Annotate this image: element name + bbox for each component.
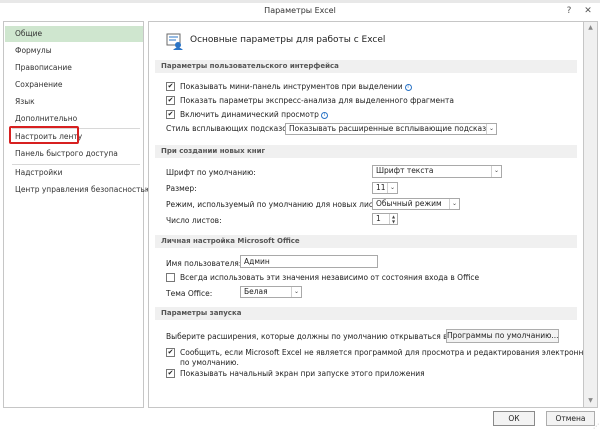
section-new-workbooks: При создании новых книг <box>155 145 577 158</box>
chevron-down-icon[interactable]: ⌄ <box>491 166 501 177</box>
spin-down-icon[interactable]: ▼ <box>389 219 397 224</box>
username-input[interactable]: Админ <box>240 255 378 268</box>
tooltip-style-select[interactable]: Показывать расширенные всплывающие подск… <box>285 123 497 135</box>
pane-header: Основные параметры для работы с Excel <box>190 35 386 45</box>
font-size-label: Размер: <box>166 184 197 193</box>
options-sidebar: Общие Формулы Правописание Сохранение Яз… <box>3 21 151 408</box>
section-personalize-office: Личная настройка Microsoft Office <box>155 235 577 248</box>
scroll-down-icon[interactable]: ▼ <box>584 395 597 407</box>
general-options-icon <box>166 33 183 50</box>
vertical-scrollbar[interactable]: ▲ ▼ <box>584 21 598 408</box>
dialog-footer: ОК Отмена ⋰ <box>0 408 600 431</box>
quick-analysis-label: Показать параметры экспресс-анализа для … <box>180 96 454 105</box>
help-icon[interactable]: ? <box>562 5 576 18</box>
chevron-down-icon[interactable]: ⌄ <box>486 124 496 134</box>
username-label: Имя пользователя: <box>166 259 242 268</box>
chevron-down-icon[interactable]: ⌄ <box>291 287 301 297</box>
sidebar-item-quick-access-toolbar[interactable]: Панель быстрого доступа <box>5 146 143 162</box>
chevron-down-icon[interactable]: ⌄ <box>449 199 459 209</box>
font-size-value: 11 <box>376 183 386 192</box>
cancel-button[interactable]: Отмена <box>546 411 595 426</box>
window-title: Параметры Excel <box>264 6 336 15</box>
info-icon: i <box>404 84 412 91</box>
scroll-up-icon[interactable]: ▲ <box>584 22 597 34</box>
minitoolbar-label: Показывать мини-панель инструментов при … <box>180 82 412 91</box>
general-options-pane: Основные параметры для работы с Excel Па… <box>148 21 584 408</box>
default-view-label: Режим, используемый по умолчанию для нов… <box>166 200 389 209</box>
sidebar-item-formulas[interactable]: Формулы <box>5 43 143 59</box>
sidebar-item-save[interactable]: Сохранение <box>5 77 143 93</box>
tooltip-style-label: Стиль всплывающих подсказок: <box>166 124 294 133</box>
default-view-select[interactable]: Обычный режим ⌄ <box>372 198 460 210</box>
sidebar-item-trust-center[interactable]: Центр управления безопасностью <box>5 182 151 198</box>
office-theme-label: Тема Office: <box>166 289 213 298</box>
tooltip-style-value: Показывать расширенные всплывающие подск… <box>289 124 496 133</box>
minitoolbar-text: Показывать мини-панель инструментов при … <box>180 82 403 91</box>
customize-ribbon-highlight <box>9 126 79 144</box>
always-use-checkbox[interactable] <box>166 273 175 282</box>
start-screen-checkbox[interactable]: ✔ <box>166 369 175 378</box>
close-icon[interactable]: ✕ <box>581 5 595 18</box>
info-icon: i <box>320 112 328 119</box>
default-font-select[interactable]: Шрифт текста ⌄ <box>372 165 502 178</box>
notify-default-label: Сообщить, если Microsoft Excel не являет… <box>180 348 584 357</box>
section-startup-options: Параметры запуска <box>155 307 577 320</box>
sidebar-item-advanced[interactable]: Дополнительно <box>5 111 143 127</box>
default-font-value: Шрифт текста <box>376 166 434 175</box>
start-screen-label: Показывать начальный экран при запуске э… <box>180 369 425 378</box>
sheet-count-value: 1 <box>376 214 381 223</box>
notify-default-checkbox[interactable]: ✔ <box>166 348 175 357</box>
sidebar-item-addins[interactable]: Надстройки <box>5 165 143 181</box>
sidebar-item-language[interactable]: Язык <box>5 94 143 110</box>
default-programs-button[interactable]: Программы по умолчанию... <box>446 329 559 343</box>
section-ui-options: Параметры пользовательского интерфейса <box>155 60 577 73</box>
sheet-count-label: Число листов: <box>166 216 222 225</box>
quick-analysis-checkbox[interactable]: ✔ <box>166 96 175 105</box>
sheet-count-spinner[interactable]: 1 ▲ ▼ <box>372 213 398 225</box>
minitoolbar-checkbox[interactable]: ✔ <box>166 82 175 91</box>
resize-grip-icon[interactable]: ⋰ <box>593 423 599 430</box>
default-view-value: Обычный режим <box>376 199 442 208</box>
font-size-select[interactable]: 11 ⌄ <box>372 182 398 194</box>
live-preview-checkbox[interactable]: ✔ <box>166 110 175 119</box>
notify-default-label-cont: по умолчанию. <box>180 358 239 367</box>
ok-button[interactable]: ОК <box>493 411 535 426</box>
always-use-label: Всегда использовать эти значения независ… <box>180 273 480 282</box>
office-theme-select[interactable]: Белая ⌄ <box>240 286 302 298</box>
chevron-down-icon[interactable]: ⌄ <box>387 183 397 193</box>
live-preview-text: Включить динамический просмотр <box>180 110 319 119</box>
extensions-label: Выберите расширения, которые должны по у… <box>166 332 473 341</box>
sidebar-item-proofing[interactable]: Правописание <box>5 60 143 76</box>
default-font-label: Шрифт по умолчанию: <box>166 168 256 177</box>
office-theme-value: Белая <box>244 287 268 296</box>
title-bar: Параметры Excel ? ✕ <box>0 3 600 20</box>
live-preview-label: Включить динамический просмотр i <box>180 110 328 119</box>
sidebar-item-general[interactable]: Общие <box>5 26 143 42</box>
